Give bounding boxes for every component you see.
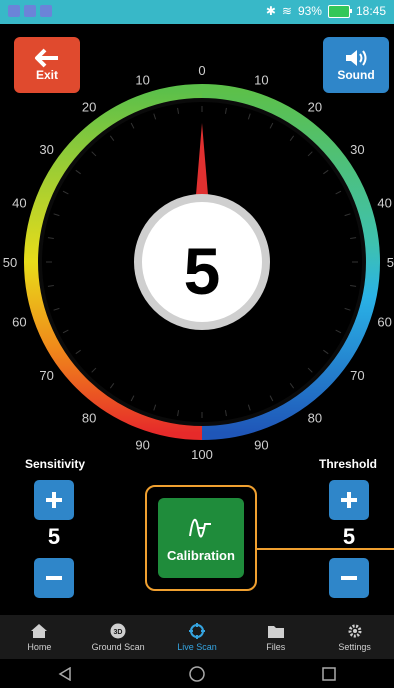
threshold-decrease-button[interactable]	[329, 558, 369, 598]
sensitivity-decrease-button[interactable]	[34, 558, 74, 598]
back-icon[interactable]	[58, 666, 72, 681]
calibration-label: Calibration	[167, 547, 235, 563]
tab-label: Live Scan	[177, 641, 217, 652]
sensitivity-increase-button[interactable]	[34, 480, 74, 520]
home-nav-icon[interactable]	[189, 665, 205, 682]
gauge-scale-label: 10	[135, 72, 149, 87]
app-notification-icon	[40, 5, 52, 17]
tab-label: Files	[266, 641, 286, 652]
calibration-connector	[257, 548, 394, 550]
waveform-icon	[189, 518, 211, 537]
gauge-scale-label: 80	[82, 410, 96, 425]
minus-icon	[341, 576, 357, 580]
calibration-frame: Calibration	[145, 485, 257, 591]
gauge-scale-label: 80	[308, 410, 322, 425]
gauge-scale-label: 70	[39, 368, 53, 383]
plus-icon	[46, 492, 62, 508]
gauge-scale-label: 60	[12, 314, 26, 329]
threshold-value: 5	[342, 524, 356, 549]
tab-settings[interactable]: Settings	[320, 623, 390, 652]
gauge-scale-label: 20	[308, 100, 322, 115]
gauge-scale-label: 90	[254, 438, 268, 453]
gauge-scale-label: 40	[377, 196, 391, 211]
gauge-dial: 0 100 10 20 30 40 50 60 70 80 90 10 20 30 40 50 60 70 80 90…	[3, 63, 394, 462]
threshold-increase-button[interactable]	[329, 480, 369, 520]
gauge-scale-label: 10	[254, 72, 268, 87]
3d-icon: 3D	[110, 623, 126, 638]
minus-icon	[46, 576, 62, 580]
system-navigation-bar	[0, 659, 394, 688]
app-notification-icon	[8, 5, 20, 17]
gauge-scale-label: 50	[3, 255, 17, 270]
sensitivity-value: 5	[47, 524, 61, 549]
tab-home[interactable]: Home	[4, 623, 74, 652]
calibration-button[interactable]: Calibration	[158, 498, 244, 578]
wifi-icon: ≋	[281, 4, 292, 18]
gear-icon	[348, 624, 362, 637]
gauge-scale-label: 70	[350, 368, 364, 383]
gauge-scale-label: 40	[12, 196, 26, 211]
gauge-scale-label: 60	[377, 314, 391, 329]
recent-apps-icon[interactable]	[321, 666, 336, 681]
status-bar: ✱ ≋ 93% 18:45	[0, 0, 394, 24]
tab-live-scan[interactable]: Live Scan	[162, 622, 232, 652]
tab-ground-scan[interactable]: 3D Ground Scan	[83, 623, 153, 652]
tab-label: Ground Scan	[91, 641, 145, 652]
svg-text:3D: 3D	[114, 629, 123, 636]
sensitivity-label: Sensitivity	[25, 457, 86, 471]
gauge-scale-label: 90	[135, 438, 149, 453]
gauge-scale-label: 50	[387, 255, 394, 270]
notification-icons	[8, 5, 52, 17]
target-icon	[188, 622, 205, 639]
gauge-scale-label: 30	[350, 142, 364, 157]
clock: 18:45	[355, 4, 386, 18]
tab-label: Settings	[338, 641, 371, 652]
battery-icon	[327, 4, 352, 18]
app-notification-icon	[24, 5, 36, 17]
threshold-label: Threshold	[318, 457, 377, 471]
gauge-scale-label: 20	[82, 100, 96, 115]
bottom-tab-bar: Home 3D Ground Scan Live Scan Files Sett…	[0, 615, 394, 659]
gauge-reading: 5	[184, 234, 221, 308]
gauge-scale-label: 30	[39, 142, 53, 157]
folder-icon	[267, 625, 284, 638]
tab-files[interactable]: Files	[241, 623, 311, 652]
plus-icon	[341, 492, 357, 508]
gauge-scale-label: 0	[198, 63, 205, 78]
status-right: ✱ ≋ 93% 18:45	[266, 4, 386, 18]
tab-label: Home	[27, 641, 52, 652]
bluetooth-icon: ✱	[265, 4, 276, 18]
battery-percent: 93%	[297, 4, 322, 18]
home-icon	[31, 623, 48, 638]
gauge-scale-label: 100	[191, 447, 213, 462]
